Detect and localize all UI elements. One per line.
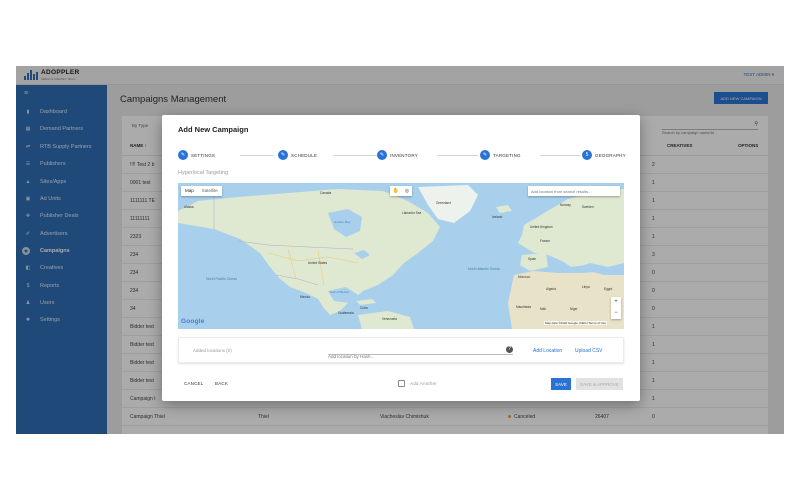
map-label-niger: Niger xyxy=(570,307,578,311)
circle-draw-icon[interactable]: ◎ xyxy=(405,188,409,194)
map-label-libya: Libya xyxy=(582,285,590,289)
ocean-label-north-atlantic: North Atlantic Ocean xyxy=(468,267,501,271)
pencil-icon: ✎ xyxy=(377,150,387,160)
save-button[interactable]: SAVE xyxy=(551,378,571,390)
cancel-button[interactable]: CANCEL xyxy=(184,381,203,386)
back-button[interactable]: BACK xyxy=(215,381,228,386)
map-label-sweden: Sweden xyxy=(582,205,594,209)
map-label-labrador-sea: Labrador Sea xyxy=(402,211,422,215)
map-label-morocco: Morocco xyxy=(518,275,531,279)
hand-icon[interactable]: ✋ xyxy=(393,188,399,194)
map-label-cuba: Cuba xyxy=(360,306,368,310)
dialog-title: Add New Campaign xyxy=(178,125,249,134)
map-credit[interactable]: Map data ©2020 Google, INEGI Terms of Us… xyxy=(544,321,608,325)
add-another-label[interactable]: Add Another xyxy=(410,381,437,386)
map-type-satellite-tab[interactable]: Satellite xyxy=(198,186,222,196)
step-schedule[interactable]: ✎ SCHEDULE xyxy=(278,150,317,160)
map-label-mexico: Mexico xyxy=(300,295,311,299)
hash-location-input[interactable] xyxy=(328,352,498,361)
add-another-checkbox[interactable] xyxy=(398,380,405,387)
step-settings[interactable]: ✎ SETTINGS xyxy=(178,150,215,160)
app-window: ADOPPLER MEDIA & MARKET TECH TEST ADMIN … xyxy=(16,66,784,434)
pencil-icon: ✎ xyxy=(480,150,490,160)
ocean-label-north-pacific: North Pacific Ocean xyxy=(206,277,238,281)
map-label-algeria: Algeria xyxy=(546,287,556,291)
map-location-search-input[interactable] xyxy=(528,186,620,196)
pencil-icon: ✎ xyxy=(278,150,288,160)
ocean-label-gulf-of-mexico: Gulf of Mexico xyxy=(330,290,350,294)
step-targeting[interactable]: ✎ TARGETING xyxy=(480,150,521,160)
map-label-canada: Canada xyxy=(320,191,332,195)
map-label-norway: Norway xyxy=(560,203,571,207)
map-tiles xyxy=(178,185,624,329)
map-label-mali: Mali xyxy=(540,307,546,311)
map-type-map-tab[interactable]: Map xyxy=(181,186,198,196)
map-label-iceland: Iceland xyxy=(492,215,503,219)
map-label-venezuela: Venezuela xyxy=(382,317,397,321)
hash-location-field: ? xyxy=(328,345,513,361)
map-label-mauritania: Mauritania xyxy=(516,305,531,309)
locations-panel: Added locations (0) ? Add Location Uploa… xyxy=(178,337,624,363)
map-label-united-kingdom: United Kingdom xyxy=(530,225,553,229)
map-type-control: Map Satellite xyxy=(181,186,222,196)
ocean-label-hudson-bay: Hudson Bay xyxy=(334,220,351,224)
step-number-5: 5 xyxy=(582,150,592,160)
zoom-control: + − xyxy=(611,297,621,319)
save-and-approve-button[interactable]: SAVE & APPROVE xyxy=(576,378,623,390)
add-campaign-dialog: Add New Campaign ✎ SETTINGS ✎ SCHEDULE ✎ IN… xyxy=(162,115,640,401)
map-label-guatemala: Guatemala xyxy=(338,311,354,315)
map-label-united-states: United States xyxy=(308,261,328,265)
map-drawing-tools: ✋ ◎ xyxy=(390,186,412,196)
map-label-egypt: Egypt xyxy=(604,287,613,291)
map-label-france: France xyxy=(540,239,550,243)
section-title: Hyperlocal Targeting xyxy=(178,170,229,176)
world-map[interactable]: North Pacific Ocean North Atlantic Ocean… xyxy=(178,183,624,329)
dialog-footer: CANCEL BACK Add Another SAVE SAVE & APPR… xyxy=(162,373,640,395)
added-locations-count: Added locations (0) xyxy=(193,348,232,353)
wizard-stepper: ✎ SETTINGS ✎ SCHEDULE ✎ INVENTORY ✎ TARGETIN… xyxy=(178,150,626,162)
upload-csv-button[interactable]: Upload CSV xyxy=(575,348,603,354)
add-location-button[interactable]: Add Location xyxy=(533,348,562,354)
step-inventory[interactable]: ✎ INVENTORY xyxy=(377,150,418,160)
map-label-greenland: Greenland xyxy=(436,201,451,205)
google-logo: Google xyxy=(181,318,205,325)
zoom-in-button[interactable]: + xyxy=(611,297,621,308)
map-label-spain: Spain xyxy=(528,257,537,261)
map-label-alaska: Alaska xyxy=(184,205,194,209)
help-icon[interactable]: ? xyxy=(506,346,513,353)
step-geography[interactable]: 5 GEOGRAPHY xyxy=(582,150,626,160)
pencil-icon: ✎ xyxy=(178,150,188,160)
zoom-out-button[interactable]: − xyxy=(611,308,621,319)
